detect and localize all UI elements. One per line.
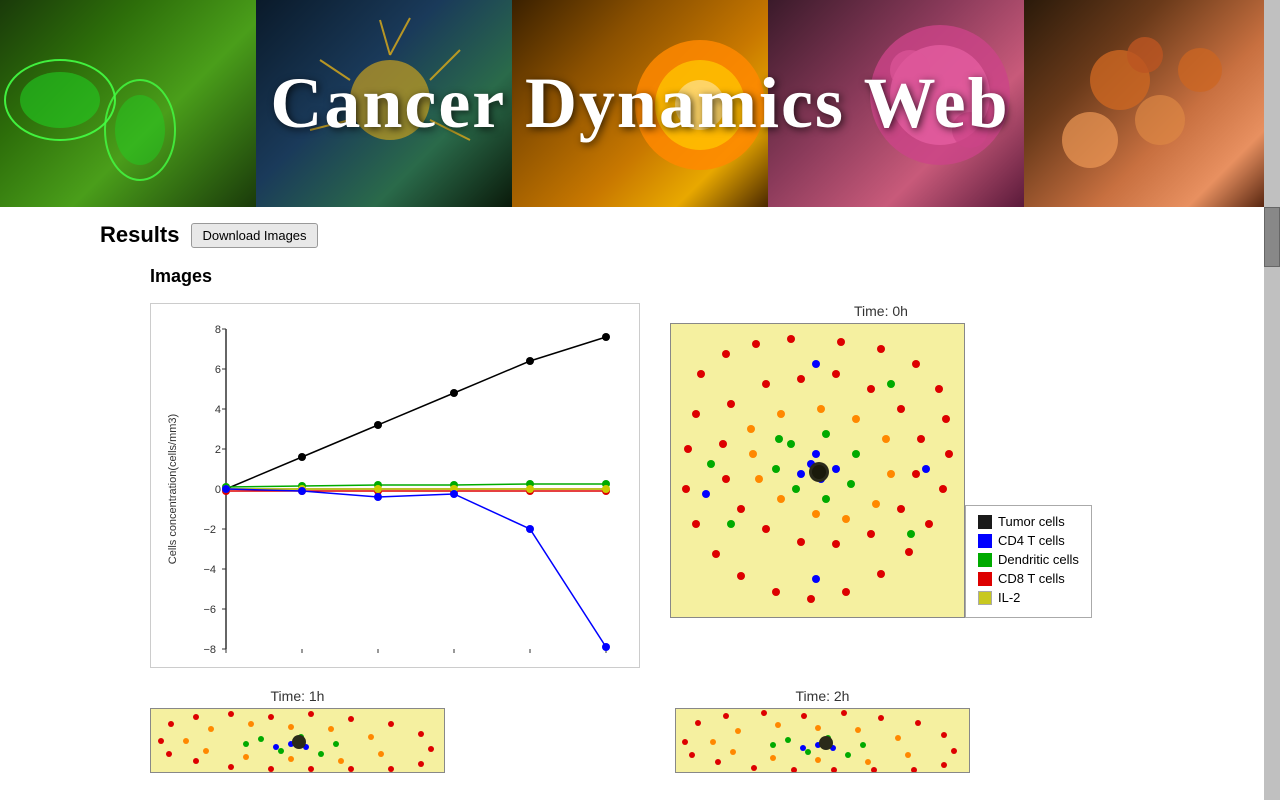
scatter-0h-container: Time: 0h [670,303,1092,618]
legend-dendritic-label: Dendritic cells [998,552,1079,567]
line-chart-svg: Cells concentration(cells/mm3) 8 6 4 2 [161,314,631,659]
scatter-0h-svg [671,324,965,618]
svg-text:2: 2 [215,444,221,456]
scatter-0h-title: Time: 0h [854,303,908,319]
svg-text:4: 4 [215,404,221,416]
legend-il2-label: IL-2 [998,590,1020,605]
svg-text:6: 6 [215,364,221,376]
legend-il2-color [978,591,992,605]
results-header: Results Download Images [100,222,1180,248]
site-title: Cancer Dynamics Web [0,0,1280,207]
svg-text:Cells concentration(cells/mm3): Cells concentration(cells/mm3) [167,414,179,564]
svg-text:−2: −2 [203,524,216,536]
images-label: Images [150,266,1180,287]
svg-text:25: 25 [600,658,612,659]
legend-dendritic: Dendritic cells [978,552,1079,567]
legend-dendritic-color [978,553,992,567]
legend-cd4-color [978,534,992,548]
legend-il2: IL-2 [978,590,1079,605]
scrollbar[interactable] [1264,0,1280,800]
legend-cd8: CD8 T cells [978,571,1079,586]
scatter-2h-chart [675,708,970,773]
svg-text:20: 20 [524,658,536,659]
scatter-0h-wrap: Tumor cells CD4 T cells Dendritic cells … [670,323,1092,618]
svg-text:5: 5 [299,658,305,659]
legend-cd8-color [978,572,992,586]
legend-tumor-label: Tumor cells [998,514,1065,529]
scatter-2h-svg [676,709,970,773]
scatter-0h-chart [670,323,965,618]
scatter-2h-title: Time: 2h [796,688,850,704]
scatter-1h-container: Time: 1h [150,688,445,773]
scatter-1h-chart [150,708,445,773]
svg-text:0: 0 [223,658,229,659]
legend-cd8-label: CD8 T cells [998,571,1065,586]
bottom-charts-row: Time: 1h [150,688,1180,773]
line-chart: Cells concentration(cells/mm3) 8 6 4 2 [150,303,640,668]
scatter-1h-title: Time: 1h [271,688,325,704]
legend-tumor: Tumor cells [978,514,1079,529]
svg-text:15: 15 [448,658,460,659]
charts-row: Cells concentration(cells/mm3) 8 6 4 2 [150,303,1180,668]
page-header: Cancer Dynamics Web [0,0,1280,207]
svg-text:−8: −8 [203,644,216,656]
download-images-button[interactable]: Download Images [191,223,317,248]
svg-text:−6: −6 [203,604,216,616]
scatter-1h-svg [151,709,445,773]
svg-text:−4: −4 [203,564,216,576]
legend-box: Tumor cells CD4 T cells Dendritic cells … [965,505,1092,618]
svg-text:8: 8 [215,324,221,336]
svg-text:10: 10 [372,658,384,659]
content-area: Results Download Images Images Cells con… [0,207,1280,800]
legend-tumor-color [978,515,992,529]
results-title: Results [100,222,179,248]
scatter-2h-container: Time: 2h [675,688,970,773]
svg-text:0: 0 [215,484,221,496]
legend-cd4-label: CD4 T cells [998,533,1065,548]
legend-cd4: CD4 T cells [978,533,1079,548]
scrollbar-thumb[interactable] [1264,207,1280,267]
